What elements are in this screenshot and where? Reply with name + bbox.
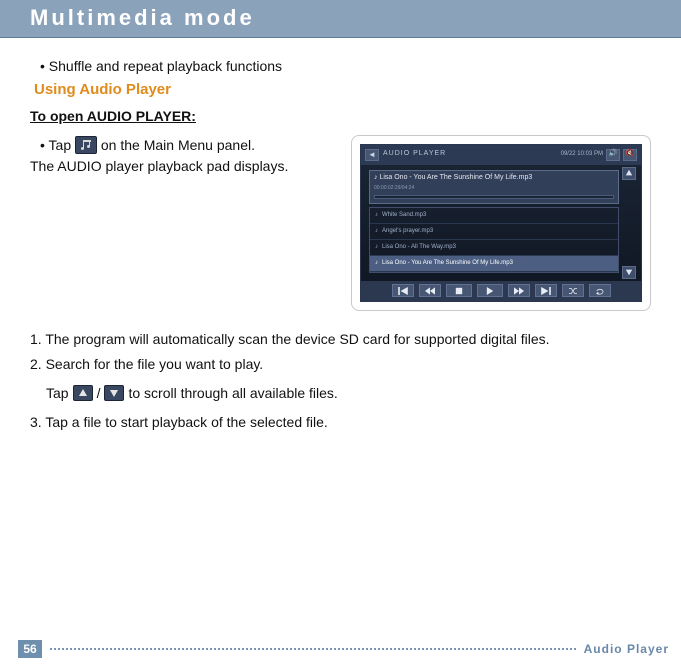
step2-sub-mid: / [97,383,101,404]
page-footer: 56 Audio Player [18,640,669,658]
step2-sub-suffix: to scroll through all available files. [128,383,337,404]
music-app-icon[interactable] [75,136,97,154]
progress-bar[interactable] [374,195,614,199]
back-button[interactable]: ◄ [365,149,379,161]
play-button[interactable] [477,284,503,297]
feature-bullet: • Shuffle and repeat playback functions [40,56,651,77]
list-item[interactable]: ♪Lisa Ono - All The Way.mp3 [370,240,618,256]
now-playing-panel: ♪ Lisa Ono - You Are The Sunshine Of My … [369,170,619,204]
volume-button[interactable]: 🔊 [606,149,620,161]
step-1: 1. The program will automatically scan t… [30,329,651,350]
footer-dots [50,648,576,650]
next-track-button[interactable] [535,284,557,297]
scroll-down-button[interactable] [622,266,636,279]
scroll-down-icon[interactable] [104,385,124,401]
scroll-up-button[interactable] [622,167,636,180]
audio-player-screen: ◄ AUDIO PLAYER 09/22 10:03 PM 🔊 🔇 ♪ Lisa… [360,144,642,302]
step-2: 2. Search for the file you want to play. [30,354,651,375]
now-playing-title: ♪ Lisa Ono - You Are The Sunshine Of My … [374,173,614,184]
page-number: 56 [18,640,42,658]
page-header: Multimedia mode [0,0,681,38]
repeat-button[interactable] [589,284,611,297]
steps-list: 1. The program will automatically scan t… [30,329,651,433]
list-item[interactable]: ♪Angel's prayer.mp3 [370,224,618,240]
scroll-bar [622,167,637,279]
scroll-up-icon[interactable] [73,385,93,401]
tap-prefix: • Tap [40,137,75,153]
step-2-sub: Tap / to scroll through all available fi… [46,383,651,404]
file-list: ♪White Sand.mp3 ♪Angel's prayer.mp3 ♪Lis… [369,207,619,273]
player-screenshot-frame: ◄ AUDIO PLAYER 09/22 10:03 PM 🔊 🔇 ♪ Lisa… [351,135,651,311]
prev-track-button[interactable] [392,284,414,297]
open-instructions-text: • Tap on the Main Menu panel. The AUDIO … [30,135,333,177]
fast-forward-button[interactable] [508,284,530,297]
player-top-bar: ◄ AUDIO PLAYER 09/22 10:03 PM 🔊 🔇 [361,145,641,165]
progress-text: 00:00:02:29/04:24 [374,185,614,193]
list-item[interactable]: ♪Lisa Ono - You Are The Sunshine Of My L… [370,256,618,272]
mute-button[interactable]: 🔇 [623,149,637,161]
player-controls [361,281,641,301]
page-title: Multimedia mode [30,5,681,31]
footer-label: Audio Player [584,642,669,656]
open-heading: To open AUDIO PLAYER: [30,106,651,127]
tap-suffix: on the Main Menu panel. [101,137,255,153]
step-3: 3. Tap a file to start playback of the s… [30,412,651,433]
stop-button[interactable] [446,284,472,297]
tap-line: • Tap on the Main Menu panel. [40,135,333,156]
page-content: • Shuffle and repeat playback functions … [0,38,681,433]
player-app-label: AUDIO PLAYER [383,149,446,160]
step2-sub-prefix: Tap [46,383,69,404]
rewind-button[interactable] [419,284,441,297]
list-item[interactable]: ♪White Sand.mp3 [370,208,618,224]
player-time: 09/22 10:03 PM [561,150,603,159]
subsection-heading: Using Audio Player [34,79,651,102]
playback-displays-text: The AUDIO player playback pad displays. [30,156,333,177]
open-instructions-row: • Tap on the Main Menu panel. The AUDIO … [30,135,651,311]
shuffle-button[interactable] [562,284,584,297]
